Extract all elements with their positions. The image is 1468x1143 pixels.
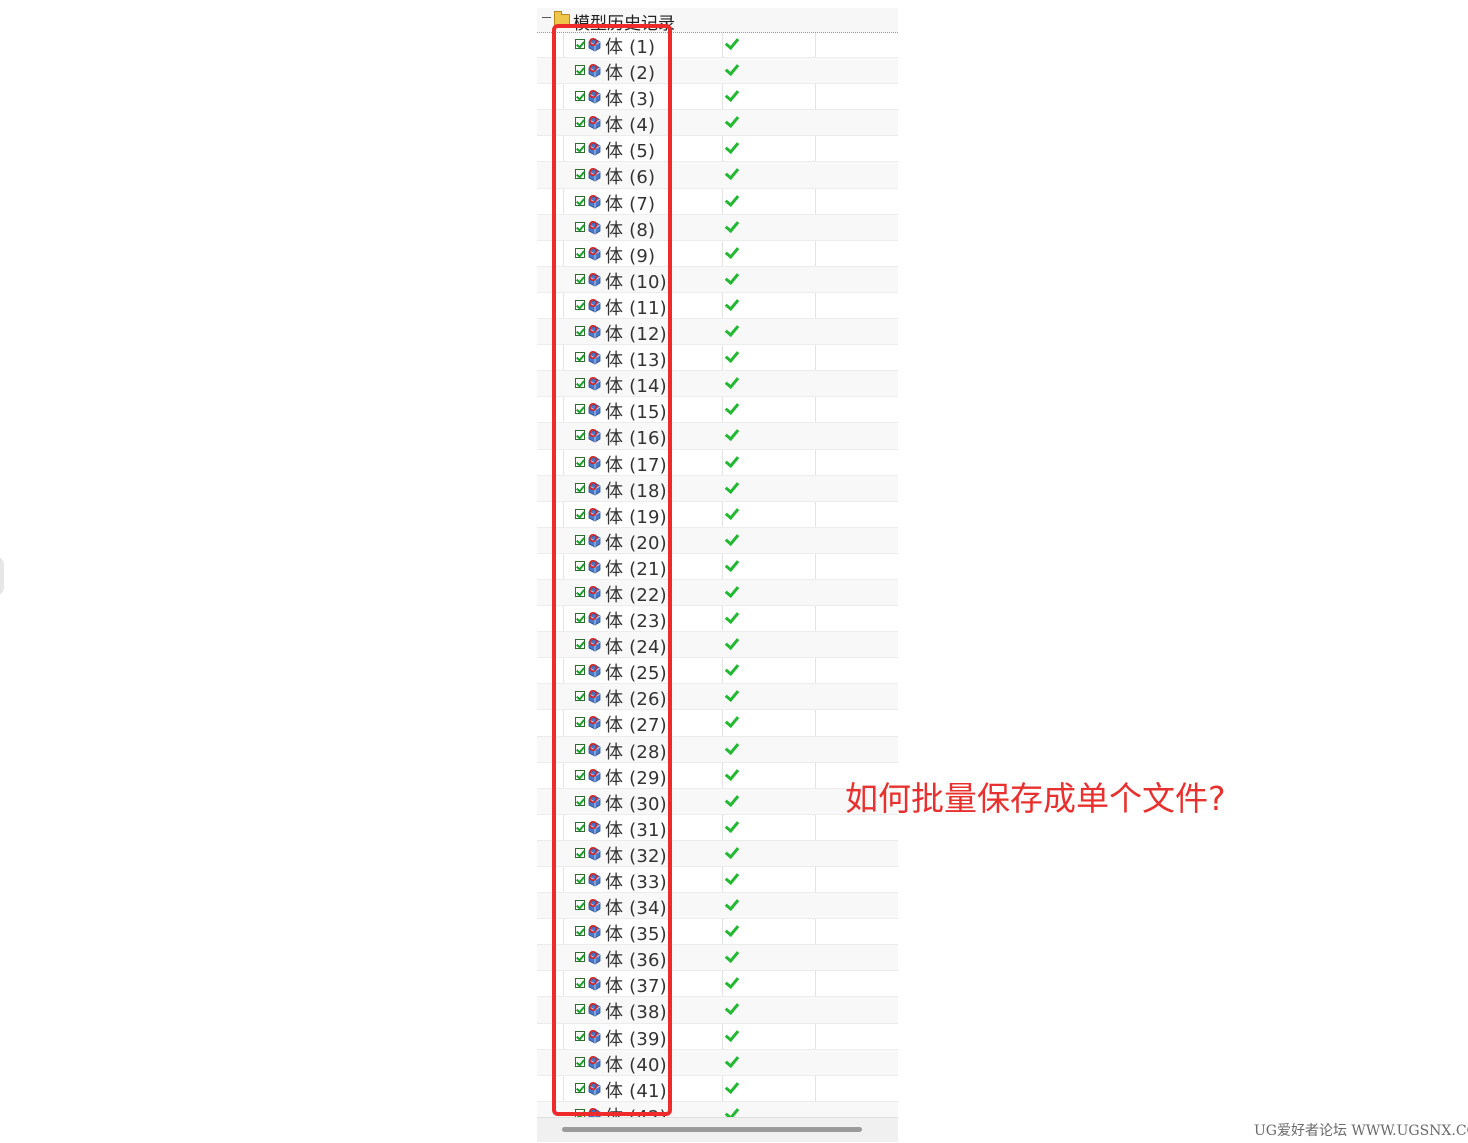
green-check-icon [724,452,740,468]
green-check-icon [724,869,740,886]
green-check-icon [724,191,740,207]
green-check-icon [724,1026,740,1042]
horizontal-scrollbar[interactable] [537,1117,898,1142]
green-check-icon [724,400,740,416]
green-check-icon [724,34,740,51]
green-check-icon [724,217,740,233]
green-check-icon [724,1000,740,1016]
green-check-icon [724,295,740,311]
green-check-icon [724,530,740,546]
green-check-icon [724,843,740,859]
green-check-icon [724,1104,740,1117]
green-check-icon [724,687,740,703]
green-check-icon [724,504,740,520]
green-check-icon [724,765,740,781]
green-check-icon [724,661,740,677]
green-check-icon [724,556,740,572]
green-check-icon [724,948,740,964]
green-check-icon [724,635,740,651]
green-check-icon [724,269,740,285]
green-check-icon [724,87,740,103]
green-check-icon [724,321,740,338]
green-check-icon [724,139,740,155]
green-check-icon [724,739,740,755]
green-check-icon [724,1078,740,1094]
question-annotation: 如何批量保存成单个文件? [845,779,1226,818]
green-check-icon [724,974,740,990]
green-check-icon [724,478,740,494]
green-check-icon [724,922,740,938]
green-check-icon [724,609,740,625]
green-check-icon [724,374,740,390]
green-check-icon [724,817,740,833]
green-check-icon [724,896,740,912]
green-check-icon [724,243,740,259]
green-check-icon [724,348,740,364]
green-check-icon [724,426,740,442]
green-check-icon [724,713,740,729]
green-check-icon [724,1052,740,1068]
green-check-icon [724,113,740,129]
collapse-minus-icon[interactable] [542,17,551,18]
watermark-text: UG爱好者论坛 WWW.UGSNX.COM [1254,1123,1468,1139]
scrollbar-thumb[interactable] [562,1127,862,1132]
edge-circle-decoration [0,556,4,596]
green-check-icon [724,582,740,599]
green-check-icon [724,61,740,77]
green-check-icon [724,791,740,807]
green-check-icon [724,165,740,181]
highlight-box [552,24,672,1116]
